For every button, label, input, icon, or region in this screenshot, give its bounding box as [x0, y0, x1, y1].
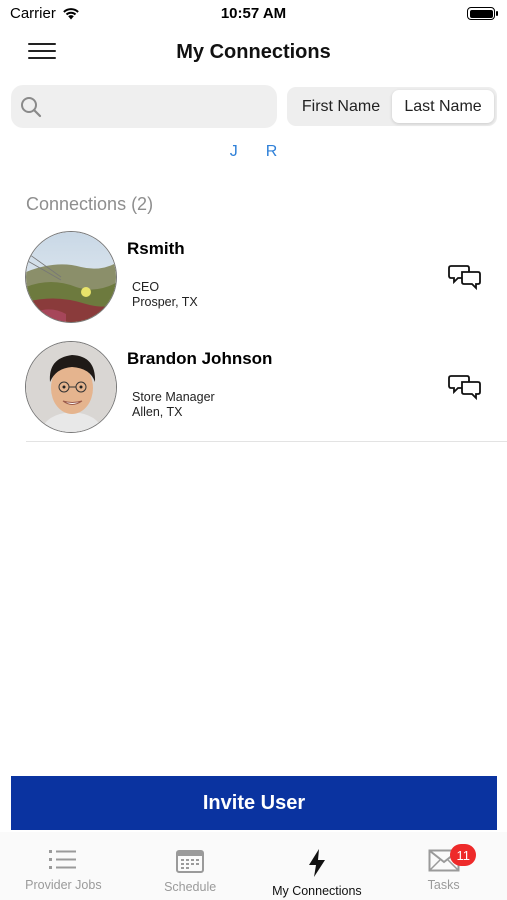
nav-bar: My Connections [0, 30, 507, 76]
chat-bubbles-icon[interactable] [448, 262, 482, 292]
notification-badge: 11 [450, 844, 477, 866]
connection-name: Brandon Johnson [127, 349, 273, 368]
connection-details: Store Manager Allen, TX [132, 390, 215, 420]
invite-user-button[interactable]: Invite User [11, 776, 497, 830]
status-bar: Carrier 10:57 AM [0, 0, 507, 30]
tab-my-connections[interactable]: My Connections [254, 832, 381, 900]
sort-last-name-button[interactable]: Last Name [392, 90, 494, 123]
tab-label: Tasks [427, 878, 460, 892]
tab-label: My Connections [272, 884, 362, 898]
avatar [25, 341, 117, 433]
lightning-icon [308, 849, 325, 877]
tab-provider-jobs[interactable]: Provider Jobs [0, 832, 127, 900]
sort-first-name-button[interactable]: First Name [290, 90, 392, 123]
page-title: My Connections [176, 41, 331, 63]
tab-label: Provider Jobs [25, 878, 102, 892]
search-input[interactable] [50, 97, 260, 116]
search-bar[interactable] [11, 85, 277, 128]
avatar [25, 231, 117, 323]
tab-label: Schedule [164, 880, 217, 894]
battery-icon [467, 7, 498, 20]
connection-row[interactable]: Rsmith CEO Prosper, TX [22, 228, 507, 328]
list-icon [49, 850, 77, 869]
connection-name: Rsmith [127, 239, 185, 258]
connection-title: CEO [132, 280, 160, 294]
alphabet-index: J R [0, 143, 507, 161]
tab-schedule[interactable]: Schedule [127, 832, 254, 900]
list-divider [26, 441, 507, 442]
alphabet-letter-r[interactable]: R [266, 143, 278, 161]
connection-location: Prosper, TX [132, 295, 198, 309]
connection-row[interactable]: Brandon Johnson Store Manager Allen, TX [22, 338, 507, 438]
search-icon [21, 96, 42, 117]
tab-bar: Provider Jobs Schedule My Connections Ta… [0, 832, 507, 900]
connection-title: Store Manager [132, 390, 215, 404]
status-time: 10:57 AM [220, 5, 287, 22]
tab-tasks[interactable]: Tasks 11 [380, 832, 507, 900]
calendar-icon [176, 850, 205, 873]
alphabet-letter-j[interactable]: J [230, 143, 238, 161]
sort-segmented-control: First Name Last Name [287, 87, 497, 126]
connection-location: Allen, TX [132, 405, 183, 419]
connection-details: CEO Prosper, TX [132, 280, 198, 310]
section-title: Connections (2) [26, 194, 154, 214]
chat-bubbles-icon[interactable] [448, 372, 482, 402]
